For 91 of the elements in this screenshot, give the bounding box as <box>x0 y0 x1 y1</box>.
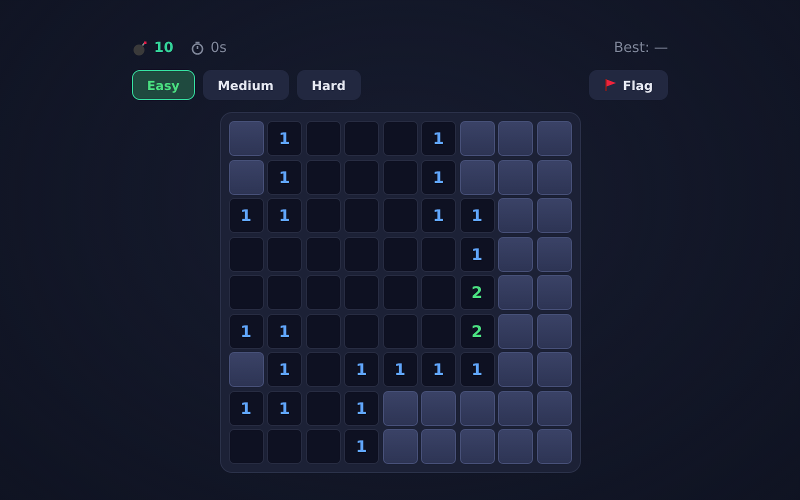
number-cell[interactable]: 1 <box>267 390 302 426</box>
number-cell[interactable]: 1 <box>228 198 264 233</box>
revealed-cell[interactable] <box>306 352 340 387</box>
difficulty-button[interactable]: Hard <box>296 70 361 100</box>
revealed-cell[interactable] <box>306 160 340 194</box>
flag-icon <box>604 78 617 92</box>
hidden-cell[interactable] <box>498 160 533 194</box>
revealed-cell[interactable] <box>306 275 340 310</box>
number-cell[interactable]: 1 <box>344 429 379 464</box>
revealed-cell[interactable] <box>306 121 340 156</box>
number-cell[interactable]: 1 <box>267 352 302 387</box>
flag-button[interactable]: Flag <box>588 70 668 100</box>
number-cell[interactable]: 1 <box>421 121 456 156</box>
revealed-cell[interactable] <box>267 275 302 310</box>
hidden-cell[interactable] <box>498 314 533 348</box>
hidden-cell[interactable] <box>460 429 494 464</box>
hidden-cell[interactable] <box>536 275 572 310</box>
hidden-cell[interactable] <box>536 160 572 194</box>
hidden-cell[interactable] <box>536 390 572 426</box>
revealed-cell[interactable] <box>382 160 418 194</box>
revealed-cell[interactable] <box>382 275 418 310</box>
revealed-cell[interactable] <box>306 314 340 348</box>
hidden-cell[interactable] <box>498 236 533 272</box>
revealed-cell[interactable] <box>344 198 379 233</box>
difficulty-button[interactable]: Easy <box>132 70 195 100</box>
number-cell[interactable]: 1 <box>421 352 456 387</box>
bomb-icon <box>132 40 148 56</box>
number-cell[interactable]: 1 <box>228 314 264 348</box>
revealed-cell[interactable] <box>306 236 340 272</box>
revealed-cell[interactable] <box>344 121 379 156</box>
revealed-cell[interactable] <box>382 314 418 348</box>
hidden-cell[interactable] <box>498 121 533 156</box>
number-cell[interactable]: 1 <box>267 160 302 194</box>
number-cell[interactable]: 1 <box>267 198 302 233</box>
revealed-cell[interactable] <box>344 314 379 348</box>
revealed-cell[interactable] <box>228 275 264 310</box>
revealed-cell[interactable] <box>421 314 456 348</box>
number-cell[interactable]: 1 <box>460 236 494 272</box>
hidden-cell[interactable] <box>228 352 264 387</box>
hidden-cell[interactable] <box>498 352 533 387</box>
revealed-cell[interactable] <box>267 236 302 272</box>
revealed-cell[interactable] <box>344 236 379 272</box>
hidden-cell[interactable] <box>498 275 533 310</box>
hidden-cell[interactable] <box>536 198 572 233</box>
number-cell[interactable]: 2 <box>460 314 494 348</box>
difficulty-button[interactable]: Medium <box>202 70 289 100</box>
hidden-cell[interactable] <box>421 390 456 426</box>
revealed-cell[interactable] <box>228 429 264 464</box>
number-cell[interactable]: 1 <box>460 352 494 387</box>
number-cell[interactable]: 1 <box>421 160 456 194</box>
best-time: Best: — <box>614 40 668 56</box>
hidden-cell[interactable] <box>498 390 533 426</box>
hidden-cell[interactable] <box>498 198 533 233</box>
number-cell[interactable]: 1 <box>267 314 302 348</box>
number-cell[interactable]: 1 <box>228 390 264 426</box>
revealed-cell[interactable] <box>267 429 302 464</box>
revealed-cell[interactable] <box>421 236 456 272</box>
revealed-cell[interactable] <box>344 160 379 194</box>
hidden-cell[interactable] <box>228 121 264 156</box>
hidden-cell[interactable] <box>460 121 494 156</box>
hidden-cell[interactable] <box>536 352 572 387</box>
revealed-cell[interactable] <box>306 390 340 426</box>
timer: 0s <box>210 40 227 56</box>
number-cell[interactable]: 2 <box>460 275 494 310</box>
revealed-cell[interactable] <box>344 275 379 310</box>
hidden-cell[interactable] <box>536 314 572 348</box>
revealed-cell[interactable] <box>228 236 264 272</box>
revealed-cell[interactable] <box>382 236 418 272</box>
mine-counter: 10 <box>154 40 174 56</box>
hidden-cell[interactable] <box>228 160 264 194</box>
revealed-cell[interactable] <box>421 275 456 310</box>
hidden-cell[interactable] <box>536 121 572 156</box>
revealed-cell[interactable] <box>306 198 340 233</box>
hidden-cell[interactable] <box>498 429 533 464</box>
revealed-cell[interactable] <box>382 121 418 156</box>
hidden-cell[interactable] <box>382 390 418 426</box>
hidden-cell[interactable] <box>536 236 572 272</box>
hidden-cell[interactable] <box>460 390 494 426</box>
number-cell[interactable]: 1 <box>344 390 379 426</box>
hidden-cell[interactable] <box>460 160 494 194</box>
number-cell[interactable]: 1 <box>421 198 456 233</box>
number-cell[interactable]: 1 <box>460 198 494 233</box>
hidden-cell[interactable] <box>382 429 418 464</box>
hidden-cell[interactable] <box>421 429 456 464</box>
revealed-cell[interactable] <box>382 198 418 233</box>
stopwatch-icon <box>191 41 204 55</box>
revealed-cell[interactable] <box>306 429 340 464</box>
number-cell[interactable]: 1 <box>382 352 418 387</box>
number-cell[interactable]: 1 <box>344 352 379 387</box>
number-cell[interactable]: 1 <box>267 121 302 156</box>
hidden-cell[interactable] <box>536 429 572 464</box>
